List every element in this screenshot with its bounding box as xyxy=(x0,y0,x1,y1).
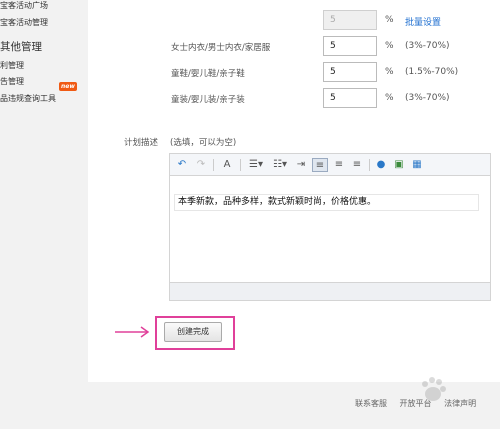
create-complete-button[interactable]: 创建完成 xyxy=(164,322,222,342)
unordered-list-icon[interactable]: ☰▾ xyxy=(246,158,266,172)
align-left-icon[interactable]: ≡ xyxy=(312,158,328,172)
sidebar-item-violation-query[interactable]: 品违规查询工具 xyxy=(0,93,56,104)
commission-row-label: 童鞋/婴儿鞋/亲子鞋 xyxy=(171,69,245,79)
commission-input[interactable]: 5 xyxy=(323,88,377,108)
percent-unit: % xyxy=(385,93,394,103)
link-icon[interactable]: ● xyxy=(374,158,388,172)
table-icon[interactable]: ▦ xyxy=(410,158,424,172)
editor-content[interactable]: 本季新款，品种多样，款式新颖时尚，价格优惠。 xyxy=(174,194,479,211)
align-right-icon[interactable]: ≡ xyxy=(350,158,364,172)
watermark-logo-icon xyxy=(422,377,446,401)
default-commission-field: 5 xyxy=(323,10,377,30)
editor-toolbar: ↶ ↷ A ☰▾ ☷▾ ⇥ ≡ ≡ ≡ ● ▣ ▦ xyxy=(170,154,490,176)
editor-footer xyxy=(170,282,490,300)
redo-icon[interactable]: ↷ xyxy=(194,158,208,172)
ordered-list-icon[interactable]: ☷▾ xyxy=(270,158,290,172)
commission-range: (3%-70%) xyxy=(405,41,450,51)
percent-unit: % xyxy=(385,67,394,77)
image-icon[interactable]: ▣ xyxy=(392,158,406,172)
sidebar-item-ad-manage[interactable]: 告管理 xyxy=(0,76,24,87)
description-hint: (选填，可以为空) xyxy=(170,138,237,148)
percent-unit: % xyxy=(385,41,394,51)
commission-range: (3%-70%) xyxy=(405,93,450,103)
sidebar-item-activity-square[interactable]: 宝客活动广场 xyxy=(0,0,48,11)
sidebar-item-profit-manage[interactable]: 利管理 xyxy=(0,60,24,71)
toolbar-divider xyxy=(369,159,370,171)
batch-setting-link[interactable]: 批量设置 xyxy=(405,15,441,28)
sidebar-item-activity-manage[interactable]: 宝客活动管理 xyxy=(0,17,48,28)
new-badge: new xyxy=(59,82,77,91)
default-percent-unit: % xyxy=(385,15,394,25)
commission-input[interactable]: 5 xyxy=(323,62,377,82)
toolbar-divider xyxy=(240,159,241,171)
align-center-icon[interactable]: ≡ xyxy=(332,158,346,172)
pointer-arrow-icon xyxy=(115,326,150,338)
commission-input[interactable]: 5 xyxy=(323,36,377,56)
left-sidebar: 宝客活动广场 宝客活动管理 其他管理 利管理 告管理 new 品违规查询工具 xyxy=(0,0,88,429)
commission-range: (1.5%-70%) xyxy=(405,67,459,77)
commission-row-label: 童装/婴儿装/亲子装 xyxy=(171,95,245,105)
undo-icon[interactable]: ↶ xyxy=(175,158,189,172)
indent-icon[interactable]: ⇥ xyxy=(294,158,308,172)
description-label: 计划描述 xyxy=(124,138,159,148)
toolbar-divider xyxy=(213,159,214,171)
sidebar-section-title: 其他管理 xyxy=(0,41,42,53)
rich-text-editor[interactable]: ↶ ↷ A ☰▾ ☷▾ ⇥ ≡ ≡ ≡ ● ▣ ▦ 本季新款，品种多样，款式新颖… xyxy=(169,153,491,301)
format-brush-icon[interactable]: A xyxy=(219,158,235,172)
commission-row-label: 女士内衣/男士内衣/家居服 xyxy=(171,43,271,53)
